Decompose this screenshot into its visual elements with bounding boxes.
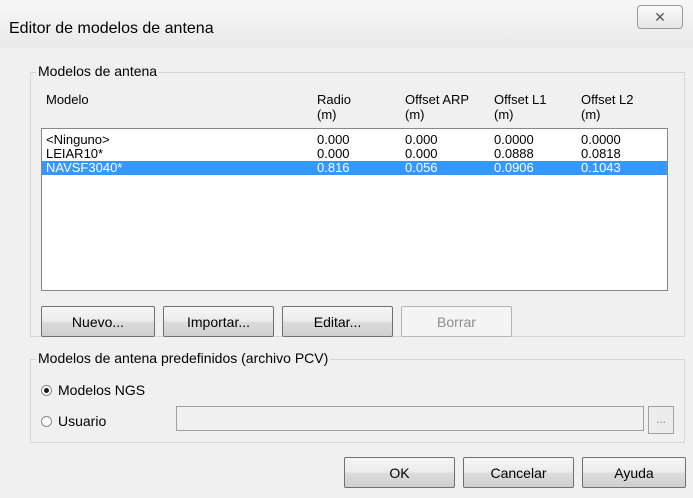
column-header-line2: (m) xyxy=(581,107,601,122)
radio-user-label: Usuario xyxy=(58,413,107,429)
ok-button[interactable]: OK xyxy=(344,457,455,488)
cell-model: NAVSF3040* xyxy=(46,160,123,175)
help-button[interactable]: Ayuda xyxy=(582,457,686,488)
column-header-line1: Modelo xyxy=(46,92,89,107)
column-header-line1: Offset L1 xyxy=(494,92,547,107)
column-header-line2: (m) xyxy=(494,107,514,122)
radio-ngs-label: Modelos NGS xyxy=(58,382,146,398)
cell-radio: 0.000 xyxy=(317,132,350,147)
cell-offset-arp: 0.056 xyxy=(405,160,438,175)
cell-offset-l2: 0.0000 xyxy=(581,132,621,147)
title-bar: Editor de modelos de antena ✕ xyxy=(0,0,693,48)
radio-button-unchecked[interactable] xyxy=(41,415,52,427)
cell-offset-l1: 0.0906 xyxy=(494,160,534,175)
column-header-line2: (m) xyxy=(317,107,337,122)
radio-ngs-models[interactable]: Modelos NGS xyxy=(41,382,145,398)
column-header-radio[interactable]: Radio (m) xyxy=(317,92,351,122)
table-row[interactable]: LEIAR10* 0.000 0.000 0.0888 0.0818 xyxy=(42,147,667,161)
column-header-line1: Radio xyxy=(317,92,351,107)
radio-button-checked[interactable] xyxy=(41,384,52,396)
new-button[interactable]: Nuevo... xyxy=(41,306,155,337)
cell-radio: 0.000 xyxy=(317,146,350,161)
delete-button[interactable]: Borrar xyxy=(401,306,512,337)
column-header-offset-l2[interactable]: Offset L2 (m) xyxy=(581,92,634,122)
column-header-model[interactable]: Modelo xyxy=(46,92,89,107)
cell-offset-l2: 0.0818 xyxy=(581,146,621,161)
cell-offset-arp: 0.000 xyxy=(405,132,438,147)
column-header-offset-arp[interactable]: Offset ARP (m) xyxy=(405,92,469,122)
close-button[interactable]: ✕ xyxy=(637,5,683,29)
close-icon: ✕ xyxy=(654,8,666,25)
table-row-selected[interactable]: NAVSF3040* 0.816 0.056 0.0906 0.1043 xyxy=(42,161,667,175)
column-header-line1: Offset L2 xyxy=(581,92,634,107)
import-button[interactable]: Importar... xyxy=(163,306,274,337)
cell-offset-l1: 0.0888 xyxy=(494,146,534,161)
user-pcv-file-field[interactable] xyxy=(176,406,644,431)
radio-user[interactable]: Usuario xyxy=(41,413,106,429)
column-header-line1: Offset ARP xyxy=(405,92,470,107)
antenna-models-list[interactable]: <Ninguno> 0.000 0.000 0.0000 0.0000 LEIA… xyxy=(41,128,668,291)
cell-offset-l2: 0.1043 xyxy=(581,160,621,175)
column-header-line2: (m) xyxy=(405,107,425,122)
cell-model: LEIAR10* xyxy=(46,146,104,161)
column-header-offset-l1[interactable]: Offset L1 (m) xyxy=(494,92,547,122)
cell-offset-l1: 0.0000 xyxy=(494,132,534,147)
edit-button[interactable]: Editar... xyxy=(282,306,393,337)
window-title: Editor de modelos de antena xyxy=(9,20,214,37)
cell-offset-arp: 0.000 xyxy=(405,146,438,161)
cell-radio: 0.816 xyxy=(317,160,350,175)
cell-model: <Ninguno> xyxy=(46,132,110,147)
browse-button[interactable]: ... xyxy=(648,406,674,434)
models-group-legend: Modelos de antena xyxy=(36,63,160,79)
cancel-button[interactable]: Cancelar xyxy=(463,457,574,488)
table-row[interactable]: <Ninguno> 0.000 0.000 0.0000 0.0000 xyxy=(42,133,667,147)
predefined-models-group-legend: Modelos de antena predefinidos (archivo … xyxy=(36,350,331,366)
